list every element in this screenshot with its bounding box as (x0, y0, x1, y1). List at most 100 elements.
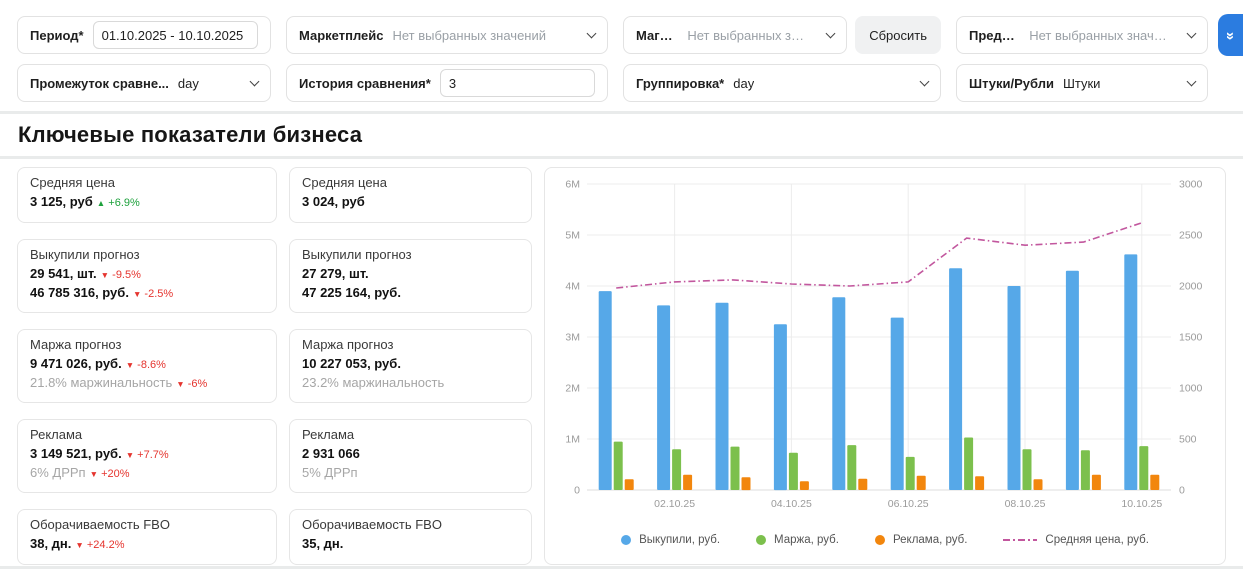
legend-label: Маржа, руб. (774, 534, 839, 546)
x-axis-label: 06.10.25 (888, 498, 929, 510)
y-axis-label-left: 5M (565, 230, 580, 242)
x-axis-label: 04.10.25 (771, 498, 812, 510)
filter-units-label: Штуки/Рубли (969, 76, 1054, 91)
kpi-and-chart-grid: 001M5002M10003M15004M20005M25006M300002.… (17, 167, 1226, 565)
kpi-delta: ▼ -2.5% (133, 288, 173, 300)
kpi-card-title: Реклама (30, 427, 264, 442)
kpi-value: 27 279, шт. (302, 266, 369, 281)
bar-series-1 (949, 268, 962, 490)
legend-item-2[interactable]: Маржа, руб. (756, 534, 839, 546)
arrow-down-icon: ▼ (90, 469, 98, 479)
kpi-card-title: Выкупили прогноз (30, 247, 264, 262)
filter-store-group: Магазин Нет выбранных значений Сбросить (623, 16, 941, 54)
filter-grouping-value: day (733, 76, 754, 91)
kpi-line: 10 227 053, руб. (302, 355, 519, 374)
kpi-value: 5% ДРРп (302, 465, 358, 480)
bar-series-1 (716, 303, 729, 490)
filter-units-select[interactable]: Штуки/Рубли Штуки (956, 64, 1208, 102)
legend-item-3[interactable]: Реклама, руб. (875, 534, 967, 546)
y-axis-label-left: 2M (565, 383, 580, 395)
kpi-value: 2 931 066 (302, 446, 360, 461)
arrow-down-icon: ▼ (133, 289, 141, 299)
y-axis-label-right: 1500 (1179, 332, 1203, 344)
chevron-down-icon (250, 76, 260, 86)
kpi-delta: ▼ +7.7% (126, 449, 169, 461)
bar-series-3 (742, 477, 751, 490)
bar-series-3 (683, 475, 692, 490)
bar-series-2 (614, 442, 623, 490)
kpi-card-title: Выкупили прогноз (302, 247, 519, 262)
avg-price-line (616, 223, 1142, 288)
legend-label: Выкупили, руб. (639, 534, 720, 546)
chevron-down-icon (826, 28, 836, 38)
chart-legend: Выкупили, руб. Маржа, руб. Реклама, руб. Ср… (551, 520, 1219, 560)
filter-store-value: Нет выбранных значений (687, 28, 809, 43)
kpi-line: 38, дн.▼ +24.2% (30, 535, 264, 554)
bar-series-1 (774, 324, 787, 490)
kpi-card-previous-4: Реклама2 931 0665% ДРРп (289, 419, 532, 493)
bar-series-1 (1066, 271, 1079, 490)
bar-series-2 (789, 453, 798, 490)
filter-period-label: Период* (30, 28, 84, 43)
kpi-line: 21.8% маржинальность▼ -6% (30, 374, 264, 393)
kpi-card-previous-5: Оборачиваемость FBO35, дн. (289, 509, 532, 565)
kpi-card-current-3: Маржа прогноз9 471 026, руб.▼ -8.6%21.8%… (17, 329, 277, 403)
period-input[interactable] (93, 21, 258, 49)
kpi-delta: ▼ -9.5% (101, 269, 141, 281)
kpi-line: 29 541, шт.▼ -9.5% (30, 265, 264, 284)
kpi-value: 47 225 164, руб. (302, 285, 401, 300)
legend-item-1[interactable]: Выкупили, руб. (621, 534, 720, 546)
reset-button[interactable]: Сбросить (855, 16, 941, 54)
x-axis-label: 08.10.25 (1005, 498, 1046, 510)
kpi-card-previous-3: Маржа прогноз10 227 053, руб.23.2% маржи… (289, 329, 532, 403)
legend-item-4[interactable]: Средняя цена, руб. (1003, 534, 1148, 546)
filter-row-1: Период* Маркетплейс Нет выбранных значен… (0, 16, 1243, 54)
footer-strip (0, 569, 1243, 573)
kpi-card-title: Средняя цена (302, 175, 519, 190)
arrow-down-icon: ▼ (176, 379, 184, 389)
bar-series-3 (1034, 479, 1043, 490)
chevron-down-icon (1187, 76, 1197, 86)
kpi-delta: ▼ -8.6% (126, 359, 166, 371)
filter-compare-interval-select[interactable]: Промежуток сравне... day (17, 64, 271, 102)
bar-series-1 (599, 291, 612, 490)
expand-filters-button[interactable]: » (1218, 14, 1243, 56)
kpi-card-title: Маржа прогноз (302, 337, 519, 352)
y-axis-label-left: 0 (574, 485, 580, 497)
y-axis-label-right: 2000 (1179, 281, 1203, 293)
arrow-down-icon: ▼ (75, 540, 83, 550)
compare-history-input[interactable] (440, 69, 595, 97)
y-axis-label-left: 3M (565, 332, 580, 344)
legend-label: Средняя цена, руб. (1045, 534, 1148, 546)
bar-series-2 (964, 438, 973, 491)
kpi-value: 9 471 026, руб. (30, 356, 122, 371)
filter-grouping-select[interactable]: Группировка* day (623, 64, 941, 102)
bar-series-3 (1150, 475, 1159, 490)
kpi-line: 6% ДРРп ▼ +20% (30, 464, 264, 483)
kpi-value: 3 125, руб (30, 194, 93, 209)
filter-row-2: Промежуток сравне... day История сравнен… (0, 64, 1243, 102)
filter-units-value: Штуки (1063, 76, 1100, 91)
filters-panel: Период* Маркетплейс Нет выбранных значен… (0, 0, 1243, 111)
filter-grouping-label: Группировка* (636, 76, 724, 91)
double-chevron-down-icon: » (1223, 31, 1238, 38)
y-axis-label-right: 2500 (1179, 230, 1203, 242)
kpi-delta: ▼ +20% (90, 468, 130, 480)
arrow-down-icon: ▼ (126, 450, 134, 460)
bar-series-2 (906, 457, 915, 490)
arrow-down-icon: ▼ (101, 270, 109, 280)
kpi-value: 6% ДРРп (30, 465, 86, 480)
filter-marketplace-select[interactable]: Маркетплейс Нет выбранных значений (286, 16, 608, 54)
filter-compare-history: История сравнения* (286, 64, 608, 102)
kpi-card-title: Оборачиваемость FBO (30, 517, 264, 532)
bar-series-3 (800, 481, 809, 490)
kpi-line: 27 279, шт. (302, 265, 519, 284)
filter-period: Период* (17, 16, 271, 54)
kpi-card-current-2: Выкупили прогноз29 541, шт.▼ -9.5%46 785… (17, 239, 277, 313)
filter-store-select[interactable]: Магазин Нет выбранных значений (623, 16, 847, 54)
filter-subject-label: Предмет (969, 28, 1020, 43)
filter-subject-select[interactable]: Предмет Нет выбранных значений (956, 16, 1208, 54)
kpi-value: 35, дн. (302, 536, 343, 551)
kpi-value: 10 227 053, руб. (302, 356, 401, 371)
kpi-line: 5% ДРРп (302, 464, 519, 483)
